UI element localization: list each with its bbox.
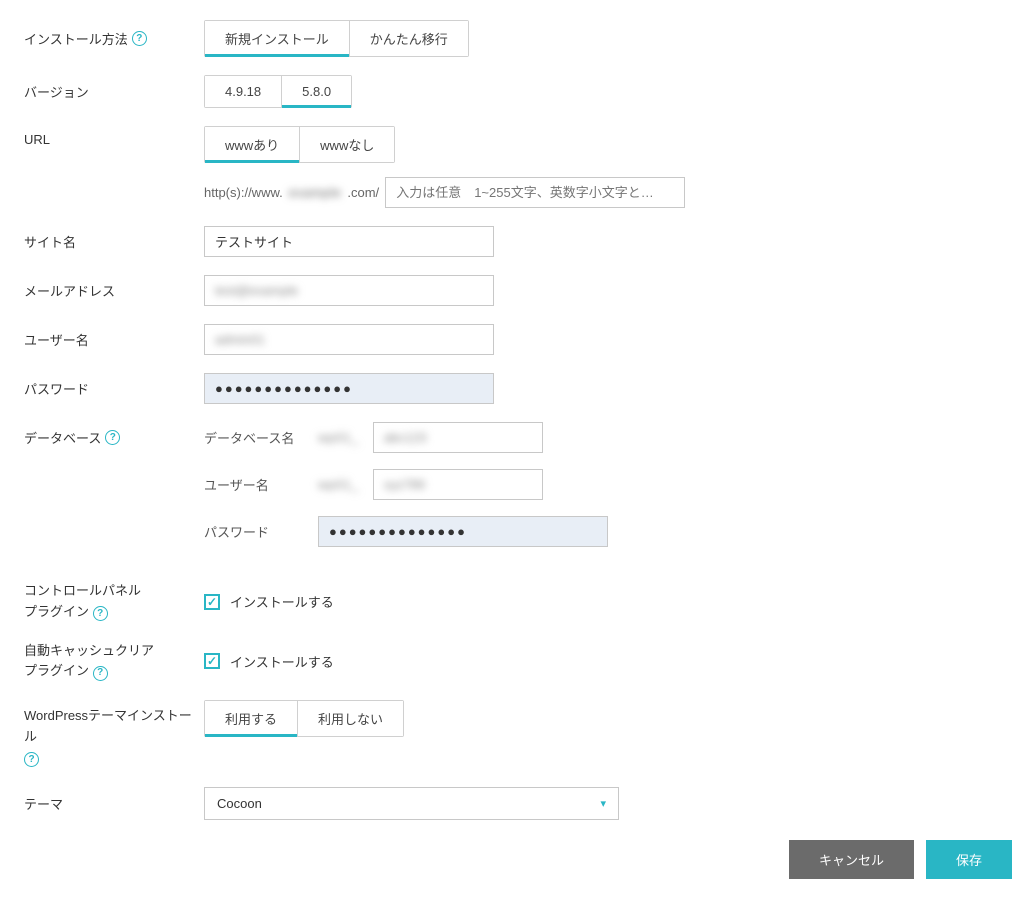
tab-www-no[interactable]: wwwなし (300, 127, 394, 162)
site-name-input[interactable] (204, 226, 494, 257)
tab-version-580[interactable]: 5.8.0 (282, 76, 351, 107)
help-icon[interactable]: ? (93, 666, 108, 681)
help-icon[interactable]: ? (93, 606, 108, 621)
site-name-value (204, 226, 1012, 257)
version-value: 4.9.18 5.8.0 (204, 75, 1012, 108)
chevron-down-icon: ▾ (600, 797, 606, 810)
password-label: パスワード (24, 379, 204, 398)
label-text-line1: 自動キャッシュクリア (24, 643, 154, 658)
cp-plugin-checkbox-label: インストールする (230, 592, 334, 611)
theme-value: Cocoon ▾ (204, 787, 1012, 820)
theme-use-tabs: 利用する 利用しない (204, 700, 404, 737)
cp-plugin-label: コントロールパネル プラグイン ? (24, 581, 204, 623)
db-user-label: ユーザー名 (204, 475, 304, 494)
email-blurred: test@example (215, 283, 298, 298)
label-text: メールアドレス (24, 281, 115, 300)
email-value: test@example (204, 275, 1012, 306)
help-icon[interactable]: ? (24, 752, 39, 767)
database-label: データベース ? (24, 422, 204, 447)
install-method-label: インストール方法 ? (24, 29, 204, 48)
password-value: ●●●●●●●●●●●●●● (204, 373, 1012, 404)
db-user-row: ユーザー名 wp01_ xyz789 (204, 469, 1012, 500)
help-icon[interactable]: ? (132, 31, 147, 46)
url-suffix: .com/ (347, 185, 379, 200)
email-label: メールアドレス (24, 281, 204, 300)
label-text: バージョン (24, 82, 89, 101)
db-name-blurred: abc123 (384, 430, 427, 445)
username-label: ユーザー名 (24, 330, 204, 349)
label-text: ユーザー名 (24, 330, 89, 349)
db-name-input[interactable]: abc123 (373, 422, 543, 453)
theme-label: テーマ (24, 794, 204, 813)
label-text: テーマ (24, 794, 63, 813)
label-text: URL (24, 132, 50, 147)
auto-cache-label: 自動キャッシュクリア プラグイン ? (24, 641, 204, 683)
db-pass-label: パスワード (204, 522, 304, 541)
username-value: admin01 (204, 324, 1012, 355)
tab-easy-migrate[interactable]: かんたん移行 (350, 21, 468, 56)
label-text: サイト名 (24, 232, 76, 251)
cp-plugin-checkbox[interactable]: ✓ (204, 594, 220, 610)
theme-select[interactable]: Cocoon ▾ (204, 787, 619, 820)
password-input[interactable]: ●●●●●●●●●●●●●● (204, 373, 494, 404)
version-label: バージョン (24, 82, 204, 101)
db-user-input[interactable]: xyz789 (373, 469, 543, 500)
tab-version-4918[interactable]: 4.9.18 (205, 76, 281, 107)
footer-buttons: キャンセル 保存 (24, 840, 1012, 879)
email-input[interactable]: test@example (204, 275, 494, 306)
label-text-line2: プラグイン (24, 663, 89, 678)
label-text: インストール方法 (24, 29, 128, 48)
tab-theme-not-use[interactable]: 利用しない (298, 701, 403, 736)
db-user-blurred: xyz789 (384, 477, 425, 492)
url-path-input[interactable] (385, 177, 685, 208)
cancel-button[interactable]: キャンセル (789, 840, 914, 879)
cp-plugin-checkbox-row: ✓ インストールする (204, 592, 1012, 611)
auto-cache-checkbox-row: ✓ インストールする (204, 652, 1012, 671)
cp-plugin-value: ✓ インストールする (204, 592, 1012, 611)
wp-theme-install-label: WordPressテーマインストール ? (24, 700, 204, 768)
site-name-label: サイト名 (24, 232, 204, 251)
db-name-label: データベース名 (204, 428, 304, 447)
username-blurred: admin01 (215, 332, 265, 347)
auto-cache-value: ✓ インストールする (204, 652, 1012, 671)
url-input-row: http(s)://www. example .com/ (204, 177, 1012, 208)
label-text-line1: コントロールパネル (24, 583, 141, 598)
db-pass-input[interactable]: ●●●●●●●●●●●●●● (318, 516, 608, 547)
label-text-line2: プラグイン (24, 604, 89, 619)
db-user-prefix: wp01_ (318, 477, 359, 492)
url-domain: example (289, 185, 342, 200)
auto-cache-checkbox[interactable]: ✓ (204, 653, 220, 669)
label-text: WordPressテーマインストール (24, 708, 192, 744)
url-value: wwwあり wwwなし http(s)://www. example .com/ (204, 126, 1012, 208)
save-button[interactable]: 保存 (926, 840, 1012, 879)
www-tabs: wwwあり wwwなし (204, 126, 395, 163)
version-tabs: 4.9.18 5.8.0 (204, 75, 352, 108)
install-method-tabs: 新規インストール かんたん移行 (204, 20, 469, 57)
install-method-value: 新規インストール かんたん移行 (204, 20, 1012, 57)
url-label: URL (24, 126, 204, 147)
db-pass-row: パスワード ●●●●●●●●●●●●●● (204, 516, 1012, 547)
auto-cache-checkbox-label: インストールする (230, 652, 334, 671)
help-icon[interactable]: ? (105, 430, 120, 445)
label-text: データベース (24, 428, 101, 447)
url-prefix: http(s)://www. (204, 185, 283, 200)
database-value: データベース名 wp01_ abc123 ユーザー名 wp01_ xyz789 … (204, 422, 1012, 563)
tab-theme-use[interactable]: 利用する (205, 701, 297, 736)
db-name-row: データベース名 wp01_ abc123 (204, 422, 1012, 453)
db-name-prefix: wp01_ (318, 430, 359, 445)
username-input[interactable]: admin01 (204, 324, 494, 355)
tab-new-install[interactable]: 新規インストール (205, 21, 349, 56)
tab-www-yes[interactable]: wwwあり (205, 127, 299, 162)
theme-selected-text: Cocoon (217, 796, 262, 811)
wp-theme-install-value: 利用する 利用しない (204, 700, 1012, 737)
label-text: パスワード (24, 379, 89, 398)
